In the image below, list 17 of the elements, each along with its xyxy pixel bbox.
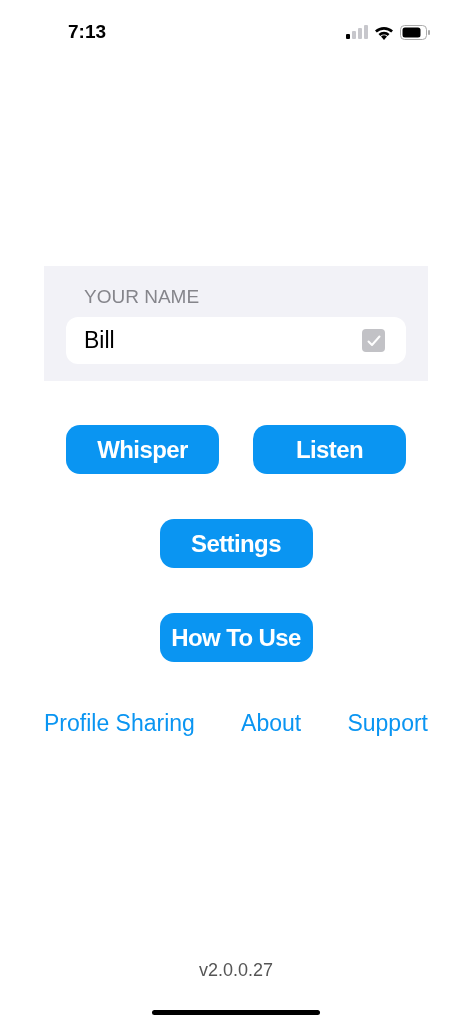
status-time: 7:13 [68, 19, 107, 44]
checkbox[interactable] [362, 329, 385, 352]
version-label: v2.0.0.27 [198, 959, 274, 982]
link[interactable]: Support [347, 706, 428, 741]
action-button[interactable]: Settings [159, 519, 313, 568]
signal-icon [346, 25, 368, 39]
battery-icon [400, 24, 430, 40]
section-header: YOUR NAME [83, 286, 201, 308]
link[interactable]: About [241, 706, 302, 741]
action-button[interactable]: How To Use [159, 613, 313, 662]
link[interactable]: Profile Sharing [44, 706, 195, 741]
wifi-icon [374, 24, 394, 40]
name-value: Bill [84, 326, 115, 356]
action-button[interactable]: Whisper [66, 425, 219, 474]
action-button[interactable]: Listen [253, 425, 406, 474]
check-icon [366, 334, 381, 347]
name-field[interactable]: Bill [66, 317, 406, 364]
